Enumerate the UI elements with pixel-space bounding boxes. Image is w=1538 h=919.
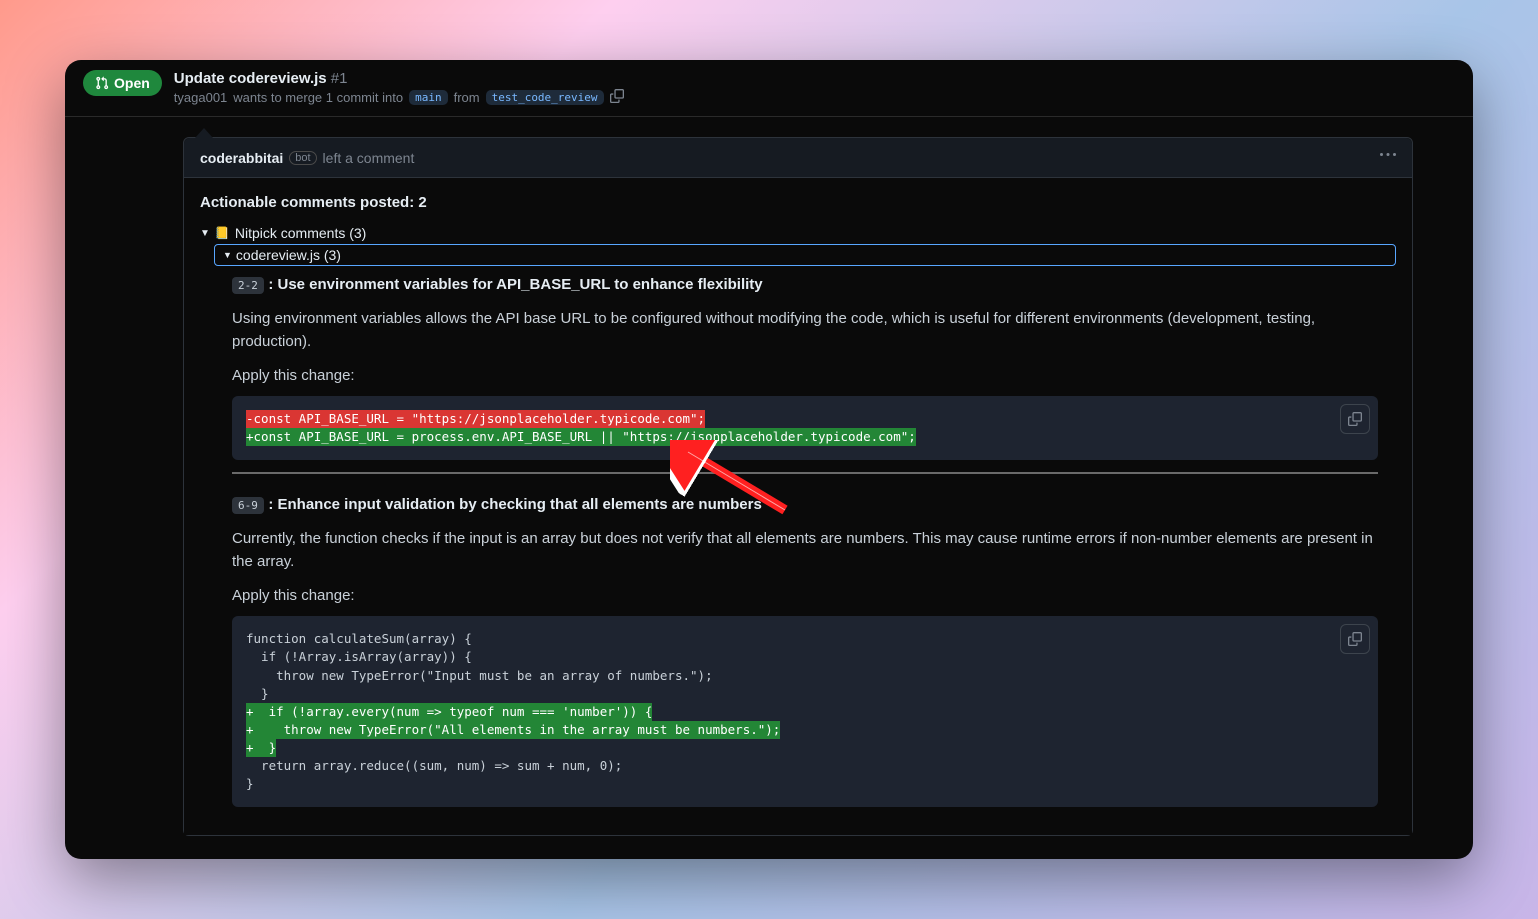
pr-subtitle: tyaga001 wants to merge 1 commit into ma… [174, 89, 624, 106]
from-text: from [454, 90, 480, 105]
triangle-icon: ▼ [200, 228, 210, 239]
suggestion-item: 6-9 : Enhance input validation by checki… [214, 486, 1396, 807]
line-range: 6-9 [232, 497, 264, 514]
divider [232, 472, 1378, 474]
content-area: coderabbitai bot left a comment Actionab… [65, 137, 1473, 836]
pr-number: #1 [331, 70, 348, 87]
status-text: Open [114, 75, 150, 91]
comment-author[interactable]: coderabbitai [200, 150, 283, 166]
pr-author[interactable]: tyaga001 [174, 90, 228, 105]
suggestion-item: 2-2 : Use environment variables for API_… [214, 266, 1396, 474]
line-range: 2-2 [232, 277, 264, 294]
copy-branch-icon[interactable] [610, 89, 624, 106]
merge-text: wants to merge 1 commit into [233, 90, 403, 105]
pr-title-wrap: Update codereview.js #1 tyaga001 wants t… [174, 70, 624, 106]
suggestion-header: 2-2 : Use environment variables for API_… [232, 276, 1378, 294]
app-window: Open Update codereview.js #1 tyaga001 wa… [65, 60, 1473, 859]
pr-title[interactable]: Update codereview.js #1 [174, 70, 624, 87]
compare-branch[interactable]: test_code_review [486, 90, 604, 105]
suggestion-desc: Currently, the function checks if the in… [232, 528, 1378, 573]
nitpick-label: Nitpick comments (3) [235, 225, 366, 241]
file-label: codereview.js (3) [236, 247, 341, 263]
copy-button[interactable] [1340, 404, 1370, 434]
book-icon: 📒 [215, 226, 230, 240]
code-block: function calculateSum(array) { if (!Arra… [232, 616, 1378, 807]
suggestion-title: : Use environment variables for API_BASE… [268, 276, 762, 293]
git-pull-request-icon [95, 76, 109, 90]
comment-pointer [194, 128, 214, 138]
apply-label: Apply this change: [232, 587, 1378, 604]
actionable-title: Actionable comments posted: 2 [200, 194, 1396, 211]
pr-title-text: Update codereview.js [174, 70, 327, 87]
kebab-icon[interactable] [1380, 147, 1396, 168]
base-branch[interactable]: main [409, 90, 448, 105]
comment-header: coderabbitai bot left a comment [184, 138, 1412, 178]
nitpick-toggle[interactable]: ▼ 📒 Nitpick comments (3) [200, 225, 1396, 241]
bot-badge: bot [289, 151, 316, 165]
triangle-icon: ▼ [223, 250, 232, 260]
copy-button[interactable] [1340, 624, 1370, 654]
comment-body: Actionable comments posted: 2 ▼ 📒 Nitpic… [184, 178, 1412, 835]
comment-action-text: left a comment [323, 150, 415, 166]
code-block: -const API_BASE_URL = "https://jsonplace… [232, 396, 1378, 460]
file-toggle[interactable]: ▼ codereview.js (3) [214, 244, 1396, 266]
comment-box: coderabbitai bot left a comment Actionab… [183, 137, 1413, 836]
timeline: coderabbitai bot left a comment Actionab… [183, 137, 1413, 836]
status-badge: Open [83, 70, 162, 96]
suggestion-desc: Using environment variables allows the A… [232, 308, 1378, 353]
pr-header: Open Update codereview.js #1 tyaga001 wa… [65, 60, 1473, 117]
apply-label: Apply this change: [232, 367, 1378, 384]
suggestion-header: 6-9 : Enhance input validation by checki… [232, 496, 1378, 514]
suggestion-title: : Enhance input validation by checking t… [268, 496, 761, 513]
